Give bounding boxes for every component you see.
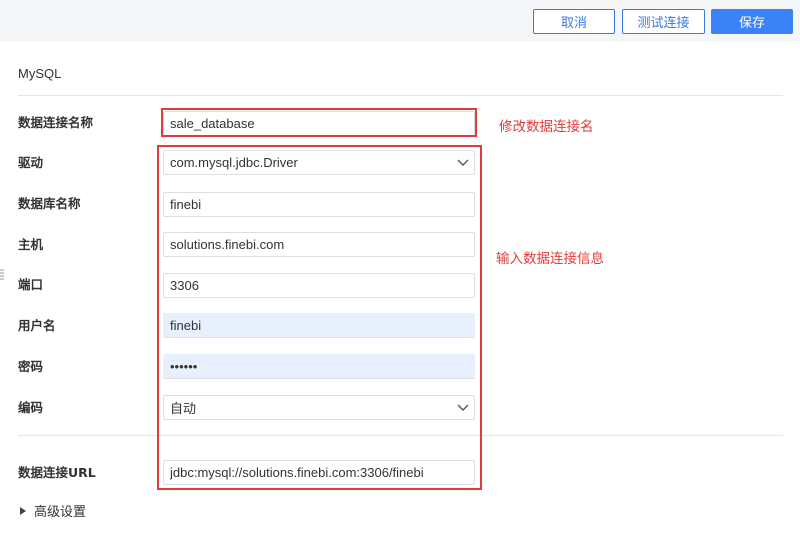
database-name-label: 数据库名称 <box>18 196 81 211</box>
resize-handle-icon[interactable] <box>0 268 4 282</box>
encoding-label: 编码 <box>18 400 44 415</box>
advanced-settings-toggle[interactable]: 高级设置 <box>20 501 86 520</box>
host-label: 主机 <box>18 237 44 252</box>
password-label: 密码 <box>18 359 44 374</box>
advanced-settings-label: 高级设置 <box>34 505 87 520</box>
db-type-title: MySQL <box>18 66 62 81</box>
annotation-rename: 修改数据连接名 <box>499 119 594 135</box>
caret-right-icon <box>20 506 26 515</box>
annotation-input-info: 输入数据连接信息 <box>496 251 604 267</box>
url-label: 数据连接URL <box>18 465 96 480</box>
test-connection-button[interactable]: 测试连接 <box>622 9 705 34</box>
driver-label: 驱动 <box>18 155 44 170</box>
cancel-button[interactable]: 取消 <box>533 9 615 34</box>
divider <box>18 95 783 96</box>
annotation-box-info <box>157 145 482 490</box>
connection-name-label: 数据连接名称 <box>18 115 94 130</box>
port-label: 端口 <box>18 277 44 292</box>
annotation-box-rename <box>161 108 477 137</box>
save-button[interactable]: 保存 <box>711 9 793 34</box>
username-label: 用户名 <box>18 318 56 333</box>
